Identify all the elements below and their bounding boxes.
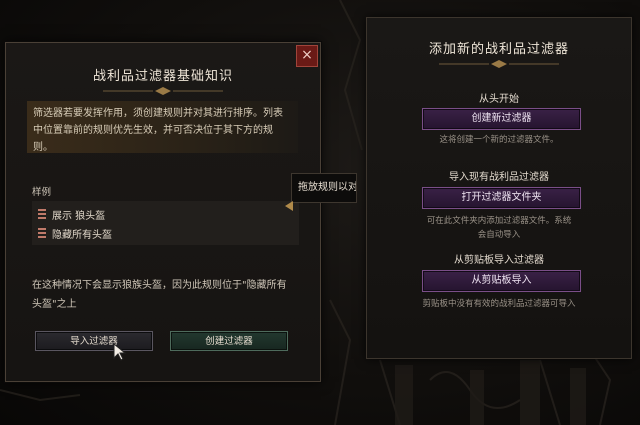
tooltip-text: 拖放规则以对其 [298, 182, 357, 193]
create-filter-button[interactable]: 创建过滤器 [170, 331, 288, 351]
rule-row[interactable]: 展示 狼头盔 [38, 206, 105, 222]
import-from-clipboard-button[interactable]: 从剪贴板导入 [422, 270, 581, 292]
drag-handle-icon[interactable] [38, 208, 46, 220]
drag-rules-tooltip: 拖放规则以对其 [291, 173, 357, 203]
rule-label: 展示 狼头盔 [52, 210, 106, 222]
create-new-filter-button[interactable]: 创建新过滤器 [422, 108, 581, 130]
rule-label: 隐藏所有头盔 [52, 229, 112, 241]
example-rule-list: 展示 狼头盔 隐藏所有头盔 [32, 201, 299, 245]
dialog-title: 战利品过滤器基础知识 [92, 69, 233, 84]
section-heading: 导入现有战利品过滤器 [449, 172, 549, 183]
section-heading: 从头开始 [479, 94, 519, 105]
title-ornament-icon [103, 87, 223, 95]
example-description: 在这种情况下会显示狼族头盔，因为此规则位于"隐藏所有头盔"之上 [32, 280, 287, 310]
section-heading: 从剪贴板导入过滤器 [454, 255, 544, 266]
mouse-cursor-icon [113, 343, 127, 361]
loot-filter-basics-dialog: × 战利品过滤器基础知识 筛选器若要发挥作用，须创建规则并对其进行排序。列表中位… [5, 42, 321, 382]
open-filter-folder-button[interactable]: 打开过滤器文件夹 [422, 187, 581, 209]
tooltip-pointer-icon [285, 201, 293, 211]
import-filter-button[interactable]: 导入过滤器 [35, 331, 153, 351]
close-button[interactable]: × [296, 45, 318, 67]
add-loot-filter-panel: 添加新的战利品过滤器 从头开始 创建新过滤器 这将创建一个新的过滤器文件。 导入… [366, 17, 632, 359]
section-note: 这将创建一个新的过滤器文件。 [439, 135, 559, 145]
info-text: 筛选器若要发挥作用，须创建规则并对其进行排序。列表中位置靠前的规则优先生效，并可… [33, 108, 283, 153]
drag-handle-icon[interactable] [38, 227, 46, 239]
info-box: 筛选器若要发挥作用，须创建规则并对其进行排序。列表中位置靠前的规则优先生效，并可… [27, 101, 298, 153]
rule-row[interactable]: 隐藏所有头盔 [38, 225, 112, 241]
panel-title: 添加新的战利品过滤器 [428, 42, 569, 57]
section-note: 剪贴板中没有有效的战利品过滤器可导入 [422, 299, 576, 309]
example-label: 样例 [32, 187, 52, 198]
section-note: 可在此文件夹内添加过滤器文件。系统会自动导入 [426, 216, 572, 240]
title-ornament-icon [439, 60, 559, 68]
